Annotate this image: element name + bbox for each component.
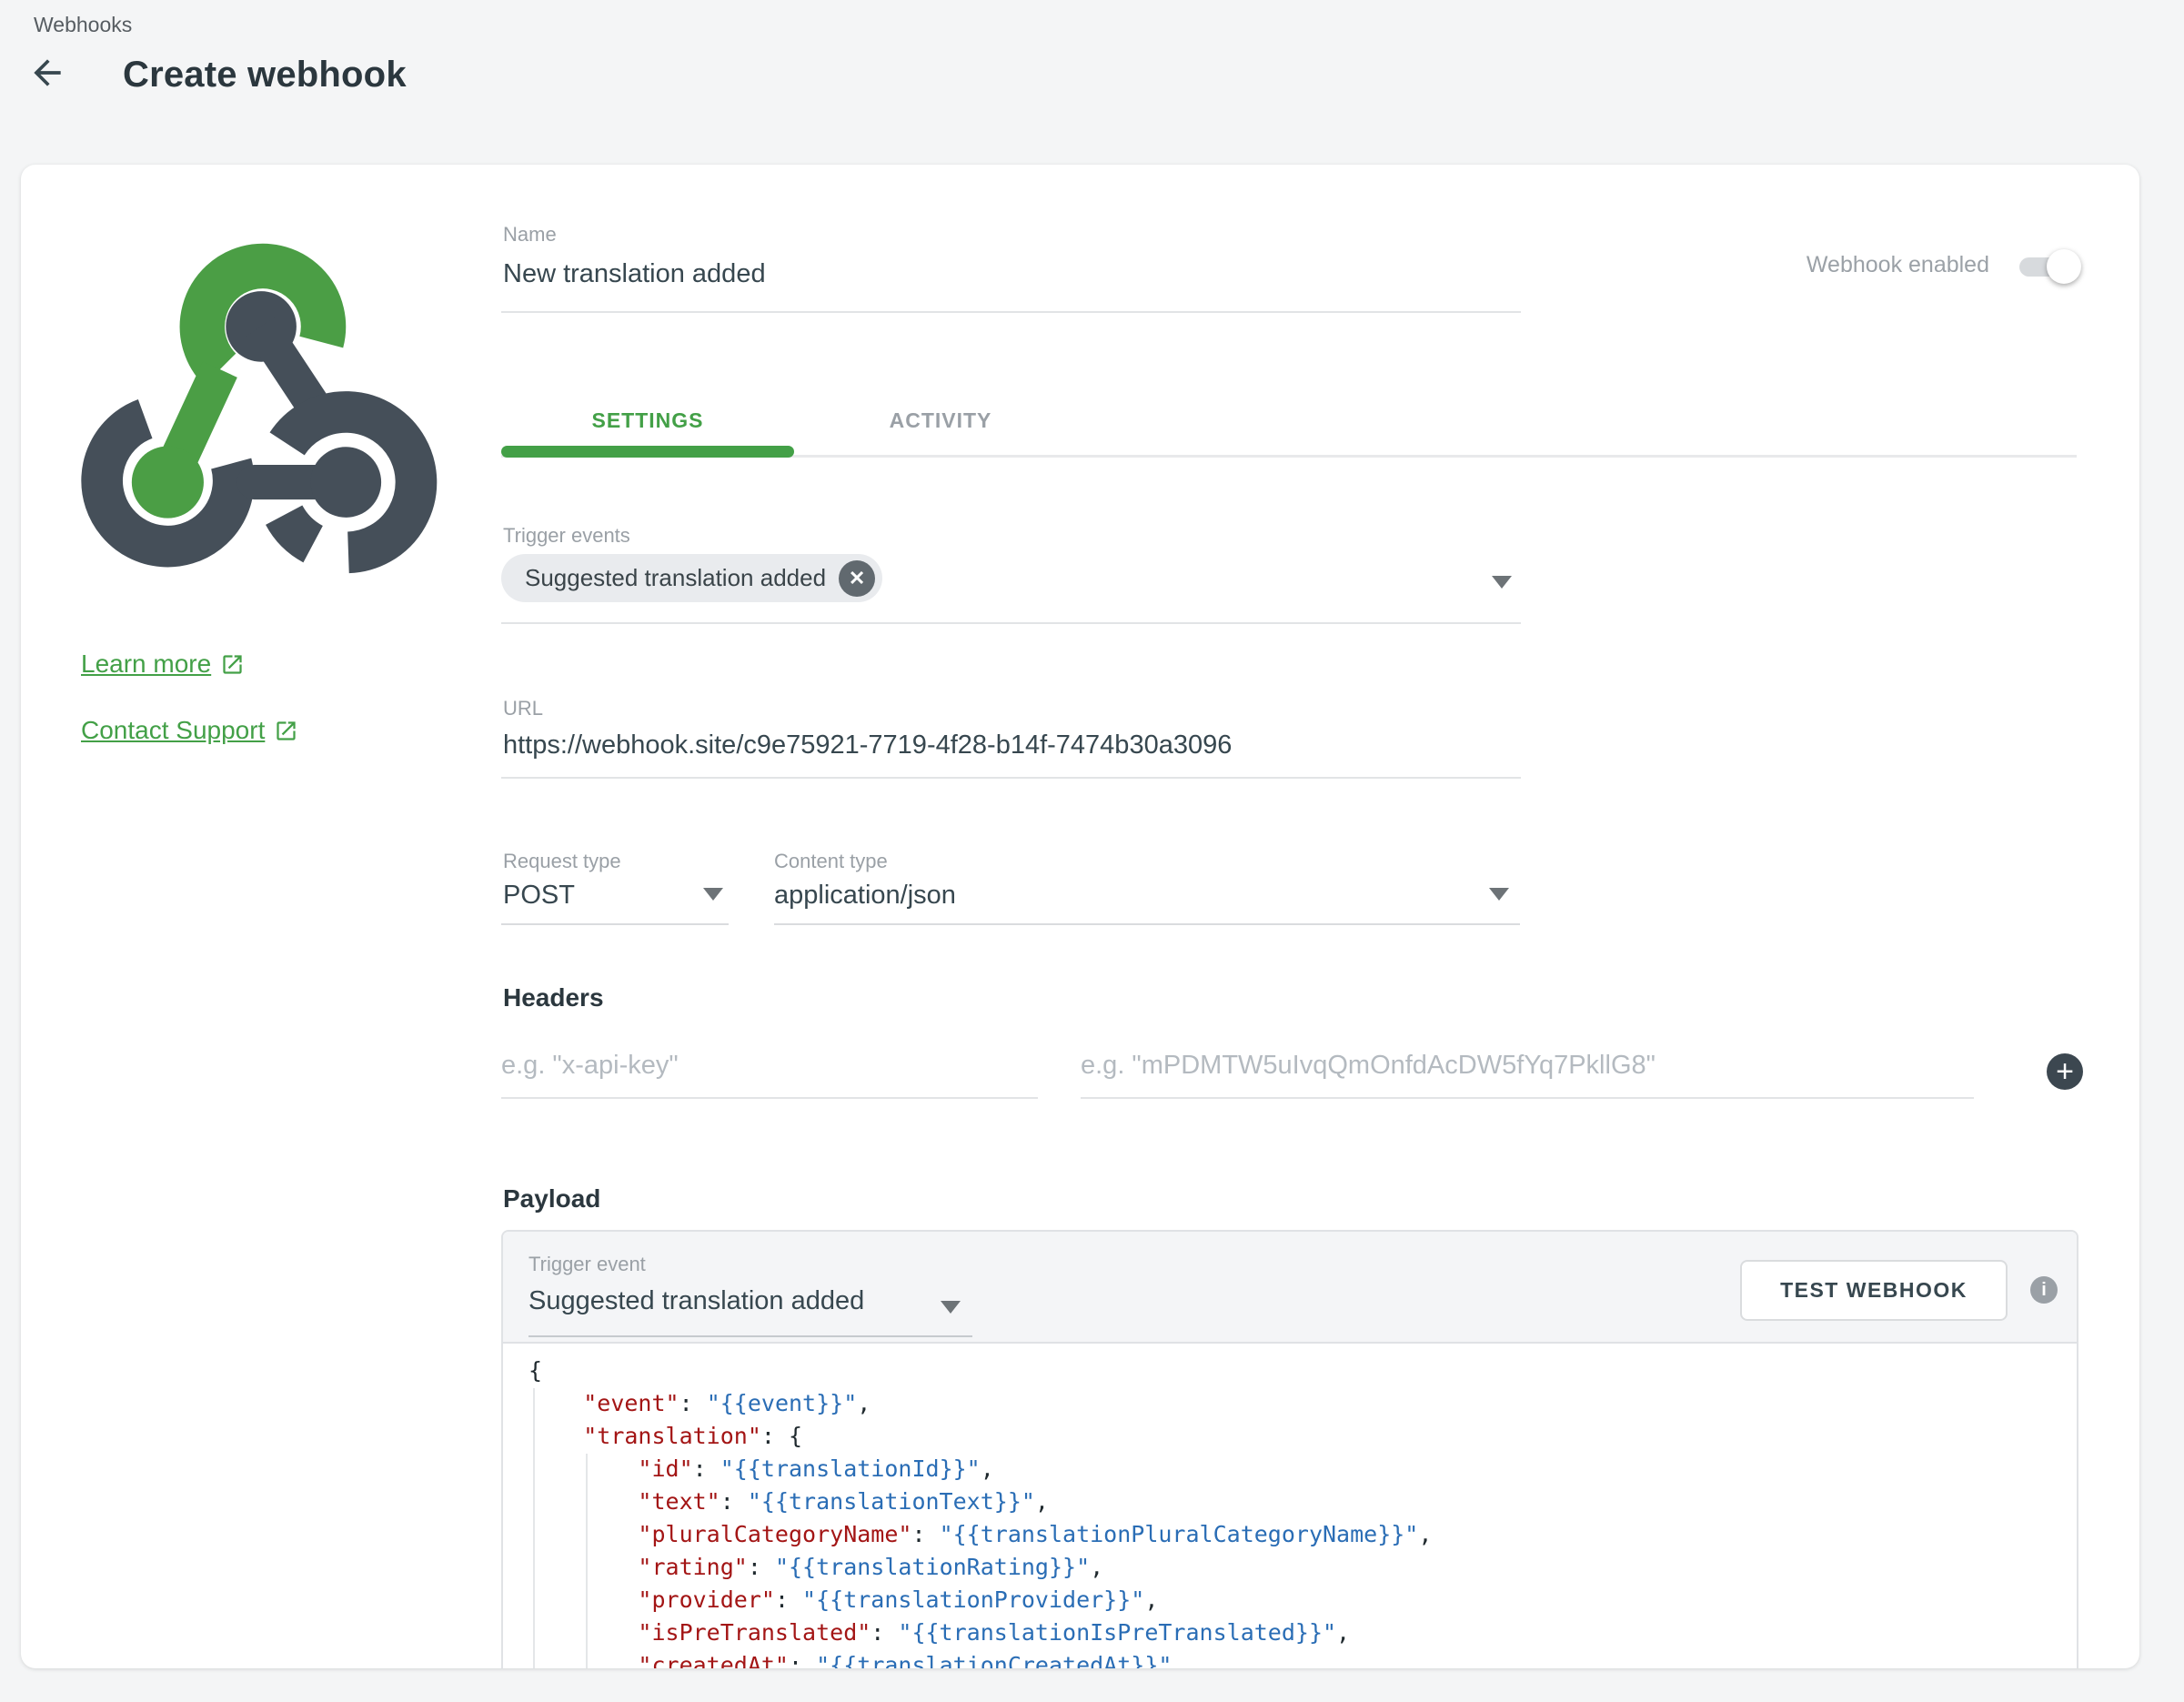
webhook-form-card: Learn more Contact Support Name New tran… — [21, 165, 2139, 1668]
trigger-event-chip[interactable]: Suggested translation added ✕ — [501, 554, 882, 602]
indent-guide — [586, 1454, 588, 1668]
content-type-select[interactable]: application/json — [774, 881, 956, 911]
webhook-logo-icon — [79, 237, 447, 594]
chip-remove-icon[interactable]: ✕ — [839, 560, 875, 597]
indent-guide — [533, 1388, 535, 1668]
breadcrumb[interactable]: Webhooks — [34, 13, 132, 37]
content-type-dropdown-icon[interactable] — [1489, 888, 1509, 901]
payload-code[interactable]: { "event": "{{event}}", "translation": {… — [503, 1345, 2077, 1668]
name-underline — [501, 311, 1521, 313]
url-underline — [501, 777, 1521, 779]
request-type-select[interactable]: POST — [503, 881, 575, 911]
tab-bar: SETTINGS ACTIVITY — [501, 394, 2077, 458]
payload-section-title: Payload — [503, 1184, 600, 1214]
page-title: Create webhook — [123, 55, 407, 96]
content-type-underline — [774, 923, 1520, 925]
webhook-enabled-toggle[interactable] — [2019, 249, 2081, 284]
chip-label: Suggested translation added — [525, 564, 826, 592]
header-value-input[interactable] — [1081, 1033, 1974, 1099]
request-type-dropdown-icon[interactable] — [703, 888, 723, 901]
learn-more-link[interactable]: Learn more — [81, 650, 245, 679]
back-arrow-icon[interactable] — [27, 53, 67, 93]
payload-header: Trigger event Suggested translation adde… — [503, 1232, 2077, 1344]
request-type-label: Request type — [503, 850, 621, 873]
toggle-thumb — [2047, 249, 2081, 284]
test-webhook-button[interactable]: TEST WEBHOOK — [1740, 1260, 2008, 1321]
payload-trigger-event-label: Trigger event — [528, 1253, 646, 1276]
content-type-label: Content type — [774, 850, 888, 873]
add-header-button[interactable]: + — [2047, 1053, 2083, 1090]
header-key-input[interactable] — [501, 1033, 1038, 1099]
payload-trigger-dropdown-icon[interactable] — [941, 1301, 961, 1314]
payload-trigger-underline — [528, 1335, 972, 1337]
plus-icon: + — [2056, 1056, 2074, 1087]
contact-support-link[interactable]: Contact Support — [81, 716, 298, 745]
contact-support-label: Contact Support — [81, 716, 265, 745]
payload-trigger-event-select[interactable]: Suggested translation added — [528, 1286, 864, 1316]
payload-card: Trigger event Suggested translation adde… — [501, 1230, 2078, 1668]
learn-more-label: Learn more — [81, 650, 211, 679]
tab-activity[interactable]: ACTIVITY — [794, 394, 1087, 458]
external-link-icon — [274, 719, 298, 743]
tab-settings[interactable]: SETTINGS — [501, 394, 794, 458]
name-input[interactable]: New translation added — [503, 259, 766, 289]
webhook-enabled-label: Webhook enabled — [1807, 252, 1989, 278]
trigger-events-dropdown-icon[interactable] — [1492, 576, 1512, 589]
url-label: URL — [503, 697, 543, 720]
info-icon[interactable]: i — [2030, 1276, 2058, 1304]
request-type-underline — [501, 923, 729, 925]
trigger-events-label: Trigger events — [503, 524, 630, 548]
headers-section-title: Headers — [503, 983, 604, 1012]
trigger-events-underline — [501, 622, 1521, 624]
name-label: Name — [503, 223, 557, 247]
url-input[interactable]: https://webhook.site/c9e75921-7719-4f28-… — [503, 730, 1232, 760]
external-link-icon — [220, 652, 245, 677]
